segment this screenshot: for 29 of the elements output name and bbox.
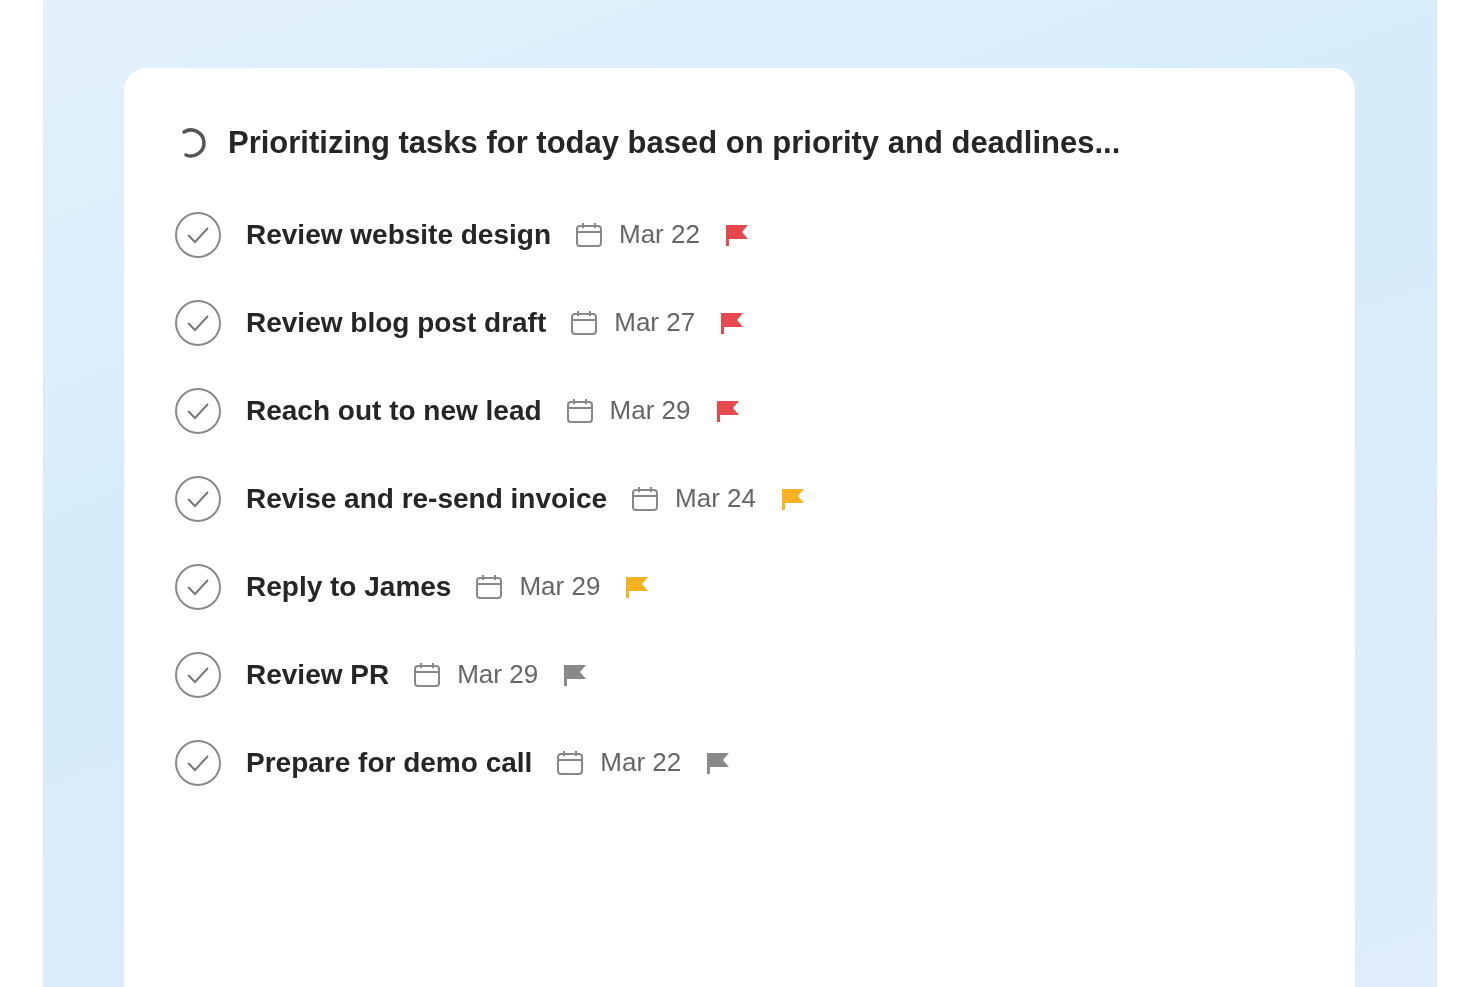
task-title: Reach out to new lead bbox=[246, 393, 542, 428]
check-circle-icon[interactable] bbox=[174, 738, 222, 787]
calendar-icon bbox=[556, 749, 585, 776]
due-date: Mar 29 bbox=[609, 394, 691, 427]
task-title: Review PR bbox=[246, 657, 390, 692]
calendar-icon bbox=[575, 221, 603, 248]
calendar-icon bbox=[631, 485, 660, 512]
calendar-icon bbox=[413, 661, 442, 688]
check-circle-icon[interactable] bbox=[174, 386, 222, 435]
task-title: Review blog post draft bbox=[246, 305, 547, 340]
check-circle-icon[interactable] bbox=[174, 298, 222, 347]
status-text: Prioritizing tasks for today based on priority and deadlines... bbox=[228, 124, 1121, 162]
due-date: Mar 29 bbox=[519, 570, 601, 603]
task-title: Review website design bbox=[246, 217, 551, 252]
due-date: Mar 22 bbox=[619, 218, 700, 251]
task-title: Revise and re-send invoice bbox=[246, 481, 608, 516]
task-title: Reply to James bbox=[246, 569, 452, 604]
check-circle-icon[interactable] bbox=[174, 650, 222, 699]
task-title: Prepare for demo call bbox=[246, 745, 533, 780]
due-date: Mar 24 bbox=[675, 482, 756, 515]
calendar-icon bbox=[475, 573, 504, 600]
check-circle-icon[interactable] bbox=[174, 210, 222, 259]
due-date: Mar 29 bbox=[457, 658, 539, 691]
due-date: Mar 27 bbox=[614, 306, 696, 339]
check-circle-icon[interactable] bbox=[174, 474, 222, 523]
due-date: Mar 22 bbox=[600, 746, 682, 779]
calendar-icon bbox=[565, 397, 594, 424]
calendar-icon bbox=[570, 309, 599, 336]
check-circle-icon[interactable] bbox=[174, 562, 222, 611]
